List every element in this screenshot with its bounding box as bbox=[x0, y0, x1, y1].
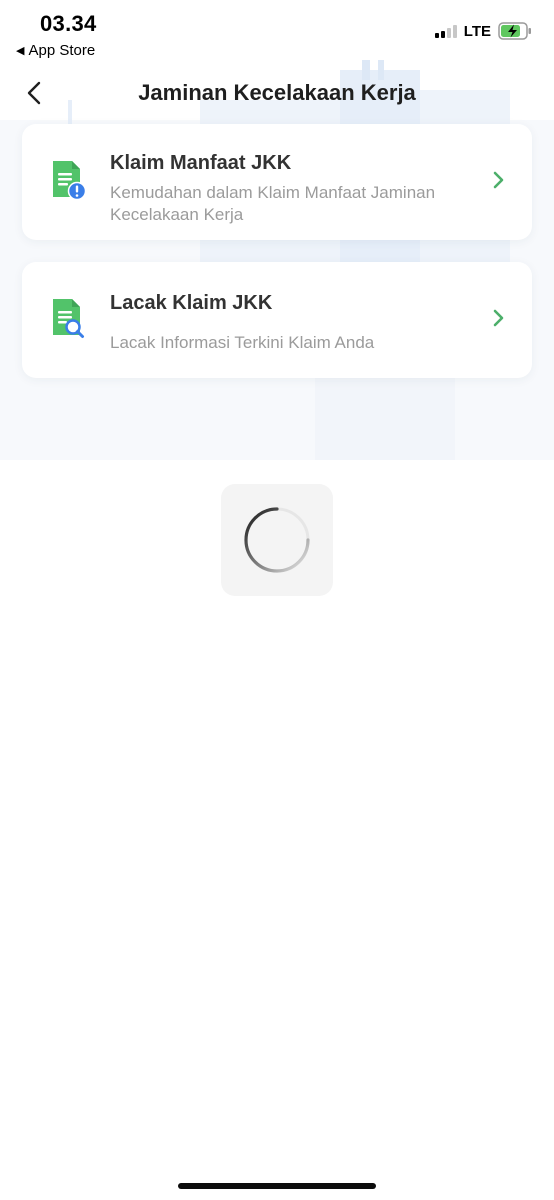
app-screen: 03.34 ◀ App Store LTE Jaminan Kecelakaan… bbox=[0, 0, 554, 1200]
card-title: Lacak Klaim JKK bbox=[110, 292, 273, 314]
chevron-right-icon bbox=[493, 171, 504, 189]
cellular-signal-icon bbox=[434, 24, 457, 38]
status-bar: 03.34 ◀ App Store LTE bbox=[0, 0, 554, 66]
page-title: Jaminan Kecelakaan Kerja bbox=[138, 80, 416, 105]
card-description: Lacak Informasi Terkini Klaim Anda bbox=[110, 333, 375, 352]
network-type: LTE bbox=[463, 22, 491, 40]
menu-card-klaim-manfaat[interactable]: Klaim Manfaat JKK Kemudahan dalam Klaim … bbox=[22, 124, 532, 240]
status-indicators: LTE bbox=[434, 22, 532, 40]
spinner-icon bbox=[244, 507, 310, 573]
chevron-right-icon bbox=[493, 309, 504, 327]
document-search-icon bbox=[53, 299, 84, 338]
battery-charging-icon bbox=[498, 22, 531, 40]
back-triangle-icon: ◀ bbox=[16, 45, 25, 57]
card-description: Kemudahan dalam Klaim Manfaat Jaminan Ke… bbox=[110, 183, 436, 224]
back-to-app-store-link[interactable]: ◀ App Store bbox=[16, 42, 95, 59]
document-alert-icon bbox=[53, 161, 86, 201]
home-indicator[interactable] bbox=[178, 1183, 376, 1189]
status-time: 03.34 bbox=[40, 11, 97, 36]
loading-indicator bbox=[221, 484, 333, 596]
navigation-bar: Jaminan Kecelakaan Kerja bbox=[0, 66, 554, 122]
back-app-label: App Store bbox=[28, 42, 96, 59]
card-title: Klaim Manfaat JKK bbox=[110, 152, 292, 174]
menu-card-lacak-klaim[interactable]: Lacak Klaim JKK Lacak Informasi Terkini … bbox=[22, 262, 532, 378]
